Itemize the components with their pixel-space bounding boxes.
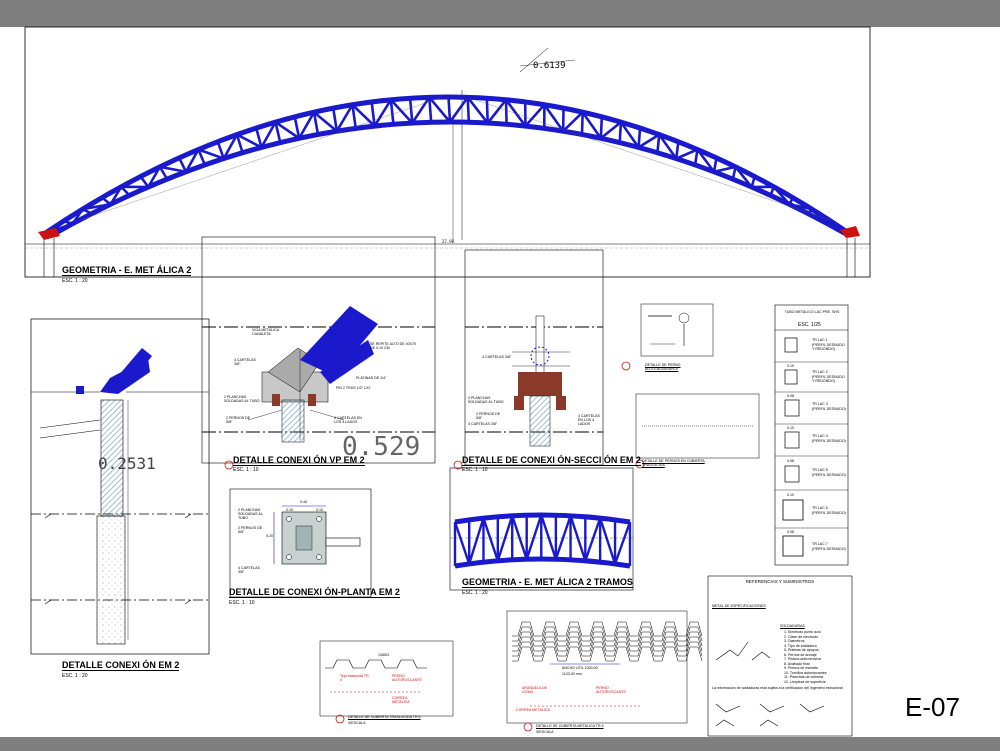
conn-vp-note-4: PIN 2 TRUS 1/2" LX2 bbox=[336, 386, 371, 390]
perno-detail bbox=[621, 303, 714, 371]
conn-vp-note-2: SE REPITE ALTO DE 40X70 DE 0.10 CM bbox=[370, 342, 417, 351]
tubo-2-dim: 0.10 bbox=[787, 364, 794, 368]
tubo-7-dim: 0.08 bbox=[787, 530, 794, 534]
conn-plan-note-1: 2 PLANCHAS SOLDADAS AL TUBO bbox=[238, 508, 263, 521]
conn-sec-note-1: 4 CARTELAS 3/8" bbox=[482, 355, 512, 359]
cub-met-note-3: CORREA METALICA bbox=[516, 708, 550, 712]
sheet-code: E-07 bbox=[905, 692, 960, 722]
pernos-cubierta-title: DETALLE DE PERNOS EN CUBIERTA TRASLUCIDA bbox=[642, 459, 705, 468]
conn-plan-dim-2: 0.10 bbox=[286, 508, 293, 512]
tubo-5-desc: (PERFIL DESNUDO) bbox=[812, 473, 846, 477]
geom-2-tramos bbox=[449, 467, 634, 591]
tubo-6-desc: (PERFIL DESNUDO) bbox=[812, 511, 846, 515]
pernos-cubierta-box bbox=[635, 393, 760, 469]
cub-trasl-dim: 1365/3 bbox=[378, 653, 389, 657]
conn-vp-note-7: 2 PERNOS DE 5/8" bbox=[226, 416, 251, 425]
conn-em2-dim: 0.2531 bbox=[98, 454, 156, 473]
conn-vp-note-8: 4 CARTELAS EN LOS 4 LADOS bbox=[334, 416, 362, 425]
tubo-3-label: TR LAC 3 bbox=[812, 402, 828, 406]
conn-em2-detail bbox=[30, 318, 210, 655]
conn-plan-dim-3: 0.20 bbox=[266, 534, 273, 538]
elevation-dim-top: 0.6139 bbox=[533, 61, 566, 71]
cub-met-note-1: ARANDELA DE GOMA bbox=[522, 686, 548, 695]
conn-sec-note-3: 2 PERNOS DE 5/8" bbox=[476, 412, 501, 421]
cub-met-dim-1: ANCHO UTIL 1000.00 bbox=[562, 666, 598, 670]
conn-vp-note-3: PLATINAS DE 1/4" bbox=[356, 376, 387, 380]
cub-trasl-title: DETALLE DE CUBIERTA TRASLUCIDA TR 4 bbox=[348, 715, 421, 719]
tubo-5-dim: 0.08 bbox=[787, 459, 794, 463]
conn-em2-title: DETALLE CONEXI ÓN EM 2 bbox=[62, 660, 180, 671]
tubo-5-label: TR LAC 5 bbox=[812, 468, 828, 472]
conn-plan-note-3: 4 CARTELAS 3/8" bbox=[238, 566, 260, 575]
tubo-4-desc: (PERFIL DESNUDO) bbox=[812, 439, 846, 443]
conn-em2-scale: ESC. 1 : 20 bbox=[62, 673, 88, 679]
cub-met-title: DETALLE DE CUBIERTA METALICA TR 4 bbox=[536, 724, 604, 728]
tubo-6-dim: 0.10 bbox=[787, 493, 794, 497]
conn-vp-note-6: 2 PLANCHAS SOLDADAS AL TUBO bbox=[224, 395, 260, 404]
perno-title: DETALLE DE PERNO AUTOTALADRANTE bbox=[645, 363, 681, 372]
conn-plan-title: DETALLE DE CONEXI ÓN-PLANTA EM 2 bbox=[229, 587, 400, 598]
tubo-7-label: TR LAC 7 bbox=[812, 542, 828, 546]
conn-sec-note-4: 4 CARTELAS 3/8" bbox=[468, 422, 498, 426]
conn-sec-scale: ESC. 1 : 10 bbox=[462, 467, 488, 473]
conn-vp-note-5: 4 CARTELAS 3/8" bbox=[234, 358, 256, 367]
specs-section-1: METAL DE ESPECIFICACIONES bbox=[712, 604, 766, 608]
geom-2t-title: GEOMETRIA - E. MET ÁLICA 2 TRAMOS bbox=[462, 577, 633, 588]
elevation-scale: ESC. 1 : 20 bbox=[62, 278, 88, 284]
cubierta-metalica bbox=[506, 610, 703, 732]
tubos-title: TUBO METALICO LAC PRE. SHS bbox=[784, 310, 840, 314]
conn-sec-note-5: 4 CARTELAS EN LOS 4 LADOS bbox=[578, 414, 600, 427]
specs-item-12: 12. Limpieza de superficie bbox=[784, 679, 826, 684]
cub-trasl-note-3: CORREA METALICA bbox=[392, 696, 410, 705]
tubo-2-desc: (PERFIL DESNUDO Y REDONDO) bbox=[812, 375, 845, 384]
tubo-4-label: TR LAC 4 bbox=[812, 434, 828, 438]
tubo-2-label: TR LAC 2 bbox=[812, 370, 828, 374]
drawing-canvas bbox=[24, 26, 871, 737]
geom-2t-scale: ESC. 1 : 20 bbox=[462, 590, 488, 596]
cub-trasl-note-1: Teja traslucida TR 4 bbox=[340, 674, 369, 683]
cub-met-note-2: PERNO AUTOROSCANTE bbox=[596, 686, 626, 695]
conn-plan-detail bbox=[229, 488, 372, 598]
conn-sec-note-2: 2 PLANCHAS SOLDADAS AL TUBO bbox=[468, 396, 504, 405]
cub-trasl-scale: S/ESCALA bbox=[348, 721, 366, 725]
tubo-1-desc: (PERFIL DESNUDO Y REDONDO) bbox=[812, 343, 845, 352]
specs-box bbox=[707, 575, 853, 737]
tubo-1-label: TR LAC 1 bbox=[812, 338, 828, 342]
conn-plan-dim-1: 0.40 bbox=[300, 500, 307, 504]
conn-plan-dim-4: 0.10 bbox=[316, 508, 323, 512]
tubo-3-dim: 0.08 bbox=[787, 394, 794, 398]
conn-vp-note-1: VIGA METALICA CANALETA bbox=[252, 328, 279, 337]
conn-sec-title: DETALLE DE CONEXI ÓN-SECCI ÓN EM 2 bbox=[462, 455, 641, 466]
conn-plan-scale: ESC. 1 : 10 bbox=[229, 600, 255, 606]
tubo-7-desc: (PERFIL DESNUDO) bbox=[812, 547, 846, 551]
tubo-6-label: TR LAC 6 bbox=[812, 506, 828, 510]
conn-vp-dim: 0.529 bbox=[342, 432, 421, 462]
specs-title: REFERENCIAS Y SUMINISTROS bbox=[745, 579, 815, 584]
conn-vp-scale: ESC. 1 : 10 bbox=[233, 467, 259, 473]
cub-met-dim-2: 1133.00 mm bbox=[562, 672, 582, 676]
specs-section-2: SOLDADURAS bbox=[780, 624, 805, 628]
elevation-span: 27.98 bbox=[442, 239, 455, 244]
tubo-3-desc: (PERFIL DESNUDO) bbox=[812, 407, 846, 411]
tubos-scale: ESC. 1/25 bbox=[798, 322, 821, 328]
cub-trasl-note-2: PERNO AUTOROSCANTE bbox=[392, 674, 422, 683]
elevation-title: GEOMETRIA - E. MET ÁLICA 2 bbox=[62, 265, 192, 276]
conn-plan-note-2: 2 PERNOS DE 5/8" bbox=[238, 526, 263, 535]
cub-met-scale: S/ESCALA bbox=[536, 730, 554, 734]
specs-footer: La informacion de soldaduras esta sujeta… bbox=[712, 686, 843, 690]
tubo-4-dim: 0.10 bbox=[787, 426, 794, 430]
